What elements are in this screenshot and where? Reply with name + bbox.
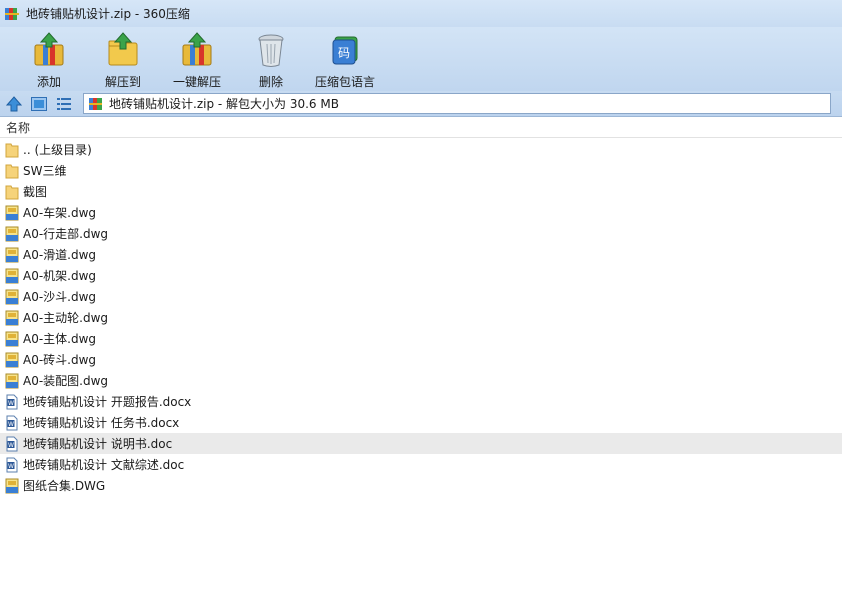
file-row[interactable]: W 地砖铺贴机设计 任务书.docx — [0, 412, 842, 433]
folder-icon — [5, 143, 19, 157]
file-row[interactable]: A0-主动轮.dwg — [0, 307, 842, 328]
file-name: A0-滑道.dwg — [23, 248, 97, 262]
one-click-extract-label: 一键解压 — [172, 75, 221, 89]
file-row[interactable]: A0-车架.dwg — [0, 202, 842, 223]
window-title: 地砖铺贴机设计.zip - 360压缩 — [26, 7, 190, 21]
dwg-file-icon — [5, 352, 19, 367]
add-label: 添加 — [36, 75, 61, 89]
zip-archive-icon — [5, 7, 19, 20]
file-list: .. (上级目录) SW三维 截图 A0-车架.dwg A0-行走部.dwg A… — [0, 139, 842, 496]
file-name: A0-沙斗.dwg — [23, 290, 97, 304]
column-name-label: 名称 — [6, 121, 31, 135]
up-level-button[interactable] — [3, 93, 25, 115]
svg-text:W: W — [8, 463, 14, 470]
thumbnail-view-button[interactable] — [28, 93, 50, 115]
title-bar: 地砖铺贴机设计.zip - 360压缩 — [0, 0, 842, 27]
one-click-extract-button[interactable]: 一键解压 — [160, 27, 234, 91]
path-field[interactable]: 地砖铺贴机设计.zip - 解包大小为 30.6 MB — [83, 93, 831, 114]
one-click-extract-icon — [182, 32, 212, 66]
svg-text:W: W — [8, 421, 14, 428]
file-name: A0-车架.dwg — [23, 206, 97, 220]
large-icon-view-icon — [31, 96, 47, 111]
file-name: A0-主动轮.dwg — [23, 311, 109, 325]
file-name: A0-砖斗.dwg — [23, 353, 97, 367]
folder-icon — [5, 164, 19, 178]
folder-row[interactable]: SW三维 — [0, 160, 842, 181]
file-row[interactable]: A0-砖斗.dwg — [0, 349, 842, 370]
file-row[interactable]: W 地砖铺贴机设计 开题报告.docx — [0, 391, 842, 412]
extract-to-icon — [108, 32, 138, 66]
svg-text:W: W — [8, 442, 14, 449]
file-row[interactable]: W 地砖铺贴机设计 说明书.doc — [0, 433, 842, 454]
file-row[interactable]: A0-主体.dwg — [0, 328, 842, 349]
archive-language-icon: 码 — [332, 36, 358, 65]
file-name: A0-行走部.dwg — [23, 227, 109, 241]
column-header-name[interactable]: 名称 — [0, 118, 842, 138]
delete-trash-icon — [258, 34, 284, 67]
dwg-file-icon — [5, 205, 19, 220]
word-document-icon: W — [6, 415, 18, 430]
delete-label: 删除 — [258, 75, 283, 89]
dwg-file-icon — [5, 268, 19, 283]
dwg-file-icon — [5, 247, 19, 262]
file-row[interactable]: A0-行走部.dwg — [0, 223, 842, 244]
add-button[interactable]: 添加 — [12, 27, 86, 91]
word-document-icon: W — [6, 436, 18, 451]
folder-icon — [5, 185, 19, 199]
list-view-icon — [57, 97, 71, 110]
dwg-file-icon — [5, 478, 19, 493]
svg-text:W: W — [8, 400, 14, 407]
path-text: 地砖铺贴机设计.zip - 解包大小为 30.6 MB — [109, 97, 339, 111]
file-row[interactable]: A0-装配图.dwg — [0, 370, 842, 391]
delete-button[interactable]: 删除 — [234, 27, 308, 91]
toolbar: 添加 解压到 一键解压 删除 码 压缩包语言 — [0, 27, 842, 91]
add-archive-icon — [34, 32, 64, 66]
file-name: 地砖铺贴机设计 开题报告.docx — [23, 395, 192, 409]
file-name: 截图 — [23, 185, 48, 199]
archive-language-label: 压缩包语言 — [314, 75, 375, 89]
file-name: A0-主体.dwg — [23, 332, 97, 346]
file-name: 地砖铺贴机设计 说明书.doc — [23, 437, 173, 451]
extract-to-button[interactable]: 解压到 — [86, 27, 160, 91]
extract-to-label: 解压到 — [104, 75, 141, 89]
folder-row[interactable]: .. (上级目录) — [0, 139, 842, 160]
file-name: 地砖铺贴机设计 文献综述.doc — [23, 458, 185, 472]
file-name: A0-机架.dwg — [23, 269, 97, 283]
list-view-button[interactable] — [53, 93, 75, 115]
folder-row[interactable]: 截图 — [0, 181, 842, 202]
file-name: 图纸合集.DWG — [23, 479, 106, 493]
file-name: SW三维 — [23, 164, 67, 178]
file-row[interactable]: A0-沙斗.dwg — [0, 286, 842, 307]
file-name: A0-装配图.dwg — [23, 374, 109, 388]
file-row[interactable]: 图纸合集.DWG — [0, 475, 842, 496]
word-document-icon: W — [6, 394, 18, 409]
dwg-file-icon — [5, 226, 19, 241]
word-document-icon: W — [6, 457, 18, 472]
file-name: .. (上级目录) — [23, 143, 92, 157]
dwg-file-icon — [5, 289, 19, 304]
dwg-file-icon — [5, 310, 19, 325]
language-glyph: 码 — [338, 46, 350, 60]
arrow-up-icon — [6, 95, 22, 111]
file-name: 地砖铺贴机设计 任务书.docx — [23, 416, 180, 430]
zip-archive-icon — [89, 97, 102, 110]
archive-language-button[interactable]: 码 压缩包语言 — [308, 27, 382, 91]
file-row[interactable]: A0-机架.dwg — [0, 265, 842, 286]
file-row[interactable]: W 地砖铺贴机设计 文献综述.doc — [0, 454, 842, 475]
address-bar: 地砖铺贴机设计.zip - 解包大小为 30.6 MB — [0, 91, 842, 117]
dwg-file-icon — [5, 331, 19, 346]
file-row[interactable]: A0-滑道.dwg — [0, 244, 842, 265]
dwg-file-icon — [5, 373, 19, 388]
